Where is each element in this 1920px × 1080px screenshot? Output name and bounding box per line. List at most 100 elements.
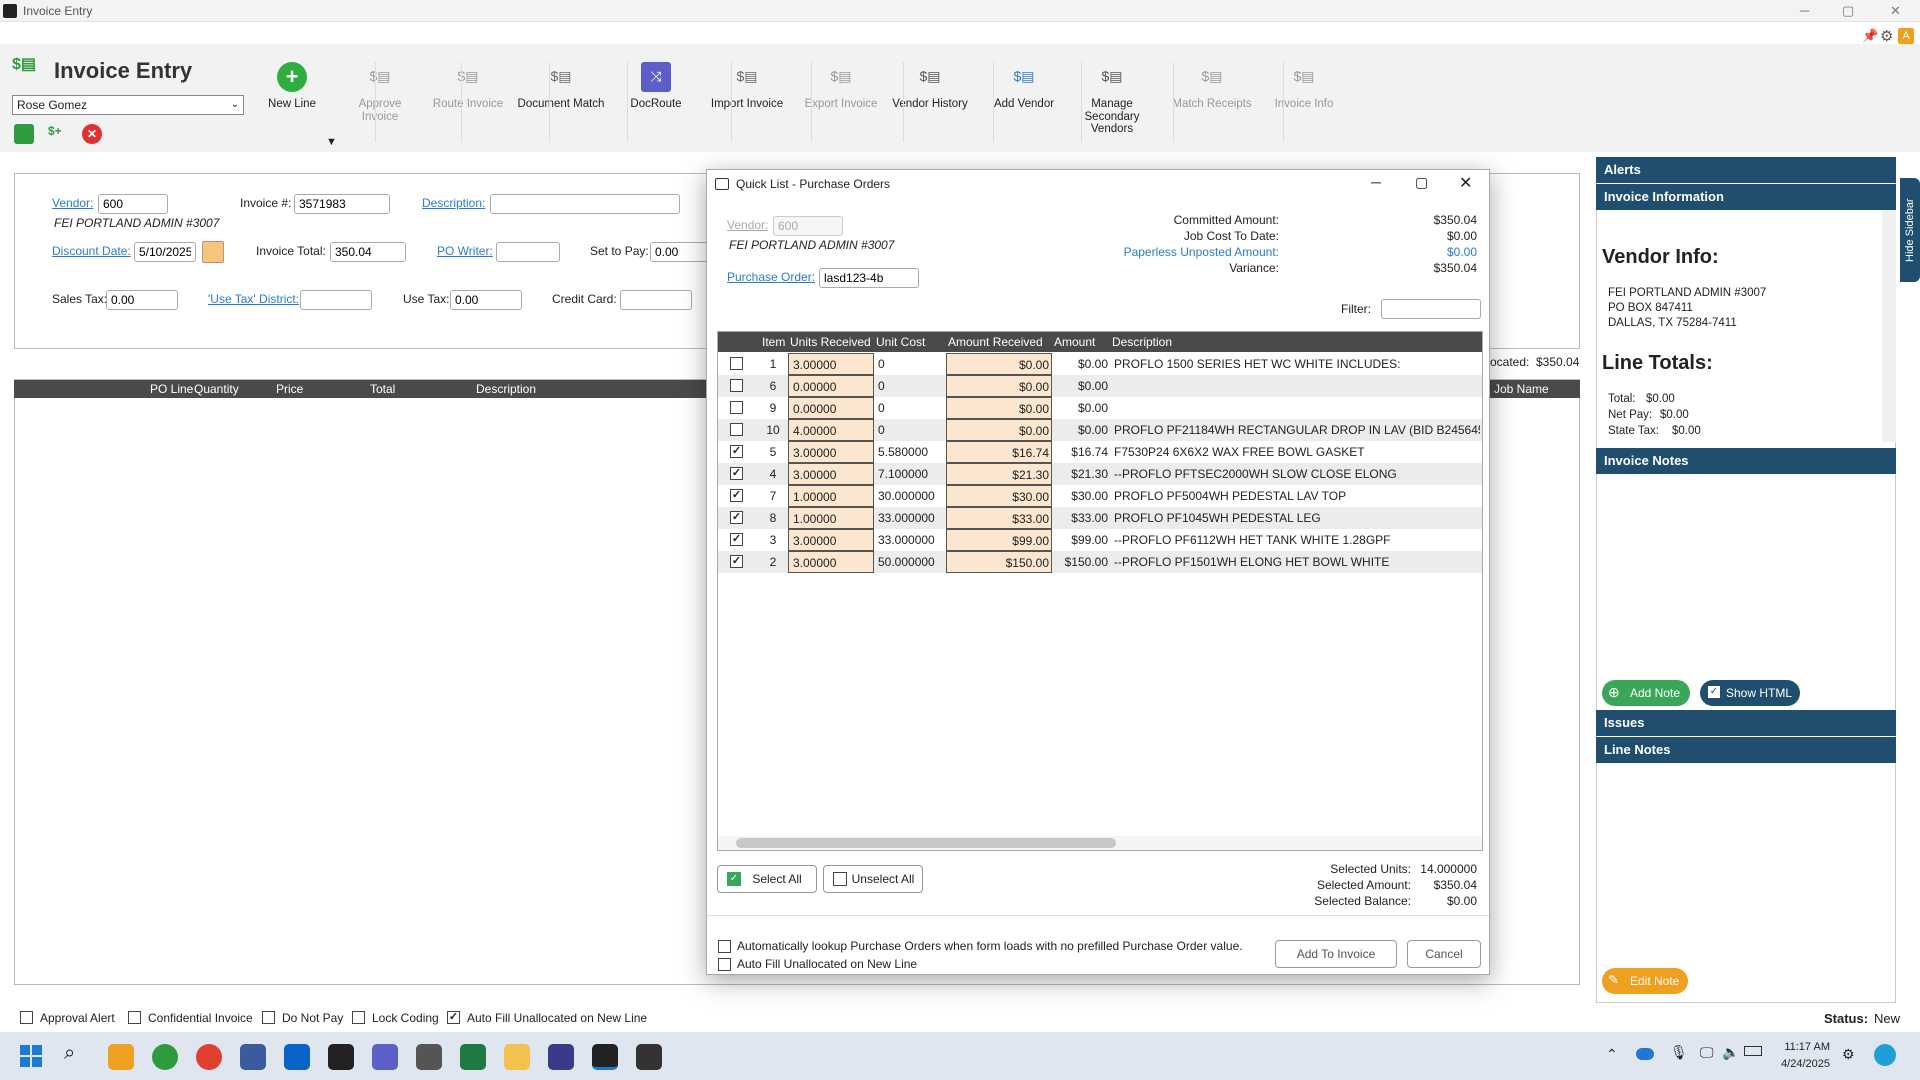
- sales-tax-input[interactable]: [106, 290, 178, 310]
- po-writer-input[interactable]: [496, 242, 560, 262]
- taskbar-app-2-icon[interactable]: [152, 1044, 178, 1070]
- po-line-checkbox[interactable]: [730, 379, 743, 392]
- copilot-icon[interactable]: [1874, 1044, 1896, 1066]
- col-description[interactable]: Description: [476, 382, 536, 396]
- scrollbar-thumb[interactable]: [736, 838, 1116, 848]
- excel-icon[interactable]: [460, 1044, 486, 1070]
- alerts-header[interactable]: Alerts: [1596, 157, 1896, 183]
- col-po-line[interactable]: PO Line: [150, 382, 193, 396]
- ribbon-button-document-match[interactable]: $▤ Document Match: [517, 62, 605, 111]
- po-line-row[interactable]: 1 3.00000 0 $0.00 $0.00 PROFLO 1500 SERIES HE…: [718, 353, 1482, 375]
- dialog-close-icon[interactable]: ✕: [1459, 173, 1472, 193]
- filter-input[interactable]: [1381, 299, 1481, 319]
- discount-date-link[interactable]: Discount Date:: [52, 244, 131, 258]
- ribbon-button-new-line[interactable]: + New Line: [254, 62, 330, 111]
- pin-icon[interactable]: 📌: [1862, 28, 1878, 44]
- po-col-units-received[interactable]: Units Received: [790, 332, 871, 352]
- dialog-maximize-icon[interactable]: ▢: [1415, 174, 1428, 191]
- po-cell-units[interactable]: 3.00000: [788, 441, 874, 463]
- use-tax-input[interactable]: [450, 290, 522, 310]
- maximize-icon[interactable]: ▢: [1842, 3, 1854, 19]
- po-col-unit-cost[interactable]: Unit Cost: [876, 332, 925, 352]
- ribbon-button-docroute[interactable]: ⤨ DocRoute: [618, 62, 694, 111]
- po-line-row[interactable]: ✓ 3 3.00000 33.000000 $99.00 $99.00 --PROFLO P…: [718, 529, 1482, 551]
- hide-sidebar-tab[interactable]: Hide Sidebar: [1900, 178, 1920, 282]
- windows-start-icon[interactable]: [20, 1045, 42, 1067]
- clock-time[interactable]: 11:17 AM: [1778, 1041, 1830, 1053]
- cancel-button[interactable]: Cancel: [1407, 940, 1481, 968]
- ribbon-button-invoice-info[interactable]: $▤ Invoice Info: [1266, 62, 1342, 111]
- spc-icon[interactable]: [328, 1044, 354, 1070]
- acrobat-icon[interactable]: [636, 1044, 662, 1070]
- ribbon-button-approve-invoice[interactable]: $▤ Approve Invoice: [342, 62, 418, 123]
- col-quantity[interactable]: Quantity: [194, 382, 239, 396]
- invoice-no-input[interactable]: [294, 194, 390, 214]
- taskbar-app-4-icon[interactable]: [240, 1044, 266, 1070]
- new-line-dropdown-icon[interactable]: ▼: [326, 136, 337, 148]
- calculator-icon[interactable]: [416, 1044, 442, 1070]
- po-col-item[interactable]: Item: [762, 332, 785, 352]
- po-cell-units[interactable]: 3.00000: [788, 551, 874, 573]
- po-cell-units[interactable]: 3.00000: [788, 353, 874, 375]
- col-price[interactable]: Price: [276, 382, 303, 396]
- issues-header[interactable]: Issues: [1596, 710, 1896, 736]
- bottom-checkbox-auto-fill-unallocated-on-new-line[interactable]: ✓: [447, 1011, 460, 1024]
- delete-icon[interactable]: ✕: [82, 124, 102, 144]
- bottom-checkbox-lock-coding[interactable]: [352, 1011, 365, 1024]
- po-line-row[interactable]: 9 0.00000 0 $0.00 $0.00: [718, 397, 1482, 419]
- po-line-checkbox[interactable]: [730, 423, 743, 436]
- ribbon-button-route-invoice[interactable]: $▤ Route Invoice: [430, 62, 506, 111]
- bottom-checkbox-do-not-pay[interactable]: [262, 1011, 275, 1024]
- po-line-row[interactable]: ✓ 8 1.00000 33.000000 $33.00 $33.00 PROFLO PF1…: [718, 507, 1482, 529]
- line-notes-header[interactable]: Line Notes: [1596, 737, 1896, 763]
- gear-icon[interactable]: ⚙: [1880, 27, 1893, 45]
- po-cell-amt-recv[interactable]: $30.00: [946, 485, 1052, 507]
- description-link[interactable]: Description:: [422, 196, 485, 210]
- purchase-order-link[interactable]: Purchase Order:: [727, 270, 815, 284]
- po-cell-units[interactable]: 4.00000: [788, 419, 874, 441]
- file-explorer-icon[interactable]: [504, 1044, 530, 1070]
- po-lines-grid[interactable]: Item Units Received Unit Cost Amount Receiv…: [717, 331, 1483, 851]
- po-cell-units[interactable]: 1.00000: [788, 485, 874, 507]
- po-cell-amt-recv[interactable]: $33.00: [946, 507, 1052, 529]
- notification-icon[interactable]: ⚙: [1842, 1046, 1855, 1063]
- po-col-amount[interactable]: Amount: [1054, 332, 1095, 352]
- teams-icon[interactable]: [372, 1044, 398, 1070]
- po-cell-amt-recv[interactable]: $0.00: [946, 375, 1052, 397]
- use-tax-district-link[interactable]: 'Use Tax' District:: [208, 292, 299, 306]
- po-cell-units[interactable]: 3.00000: [788, 529, 874, 551]
- save-icon[interactable]: [14, 124, 34, 144]
- outlook-icon[interactable]: [284, 1044, 310, 1070]
- po-col-description[interactable]: Description: [1112, 332, 1172, 352]
- po-line-row[interactable]: 10 4.00000 0 $0.00 $0.00 PROFLO PF21184WH REC…: [718, 419, 1482, 441]
- taskbar-app-11-icon[interactable]: [548, 1044, 574, 1070]
- bottom-checkbox-confidential-invoice[interactable]: [128, 1011, 141, 1024]
- discount-date-input[interactable]: [134, 242, 196, 262]
- spc-active-icon[interactable]: [592, 1044, 618, 1070]
- po-line-row[interactable]: ✓ 7 1.00000 30.000000 $30.00 $30.00 PROFLO PF5…: [718, 485, 1482, 507]
- po-cell-units[interactable]: 1.00000: [788, 507, 874, 529]
- volume-icon[interactable]: 🔈: [1722, 1044, 1739, 1061]
- vendor-input[interactable]: [98, 194, 168, 214]
- po-writer-link[interactable]: PO Writer:: [437, 244, 493, 258]
- col-job-name[interactable]: Job Name: [1494, 382, 1549, 396]
- chevron-up-icon[interactable]: ⌃: [1606, 1046, 1618, 1063]
- po-cell-amt-recv[interactable]: $0.00: [946, 397, 1052, 419]
- ribbon-button-export-invoice[interactable]: $▤ Export Invoice: [803, 62, 879, 111]
- show-html-checkbox[interactable]: ✓: [1708, 686, 1720, 698]
- microphone-icon[interactable]: 🎙: [1670, 1044, 1688, 1061]
- close-icon[interactable]: ✕: [1890, 3, 1901, 19]
- po-line-checkbox[interactable]: ✓: [730, 555, 743, 568]
- col-total[interactable]: Total: [370, 382, 395, 396]
- po-line-row[interactable]: ✓ 5 3.00000 5.580000 $16.74 $16.74 F7530P24 6X…: [718, 441, 1482, 463]
- auto-lookup-checkbox[interactable]: [718, 940, 731, 953]
- battery-icon[interactable]: [1744, 1046, 1762, 1056]
- chrome-icon[interactable]: [196, 1044, 222, 1070]
- po-cell-amt-recv[interactable]: $16.74: [946, 441, 1052, 463]
- po-col-amount-received[interactable]: Amount Received: [948, 332, 1043, 352]
- po-cell-amt-recv[interactable]: $0.00: [946, 419, 1052, 441]
- dialog-minimize-icon[interactable]: ─: [1371, 174, 1381, 190]
- add-to-invoice-button[interactable]: Add To Invoice: [1275, 940, 1397, 968]
- ribbon-button-add-vendor[interactable]: $▤ Add Vendor: [986, 62, 1062, 111]
- user-select[interactable]: Rose Gomez ⌄: [12, 95, 244, 115]
